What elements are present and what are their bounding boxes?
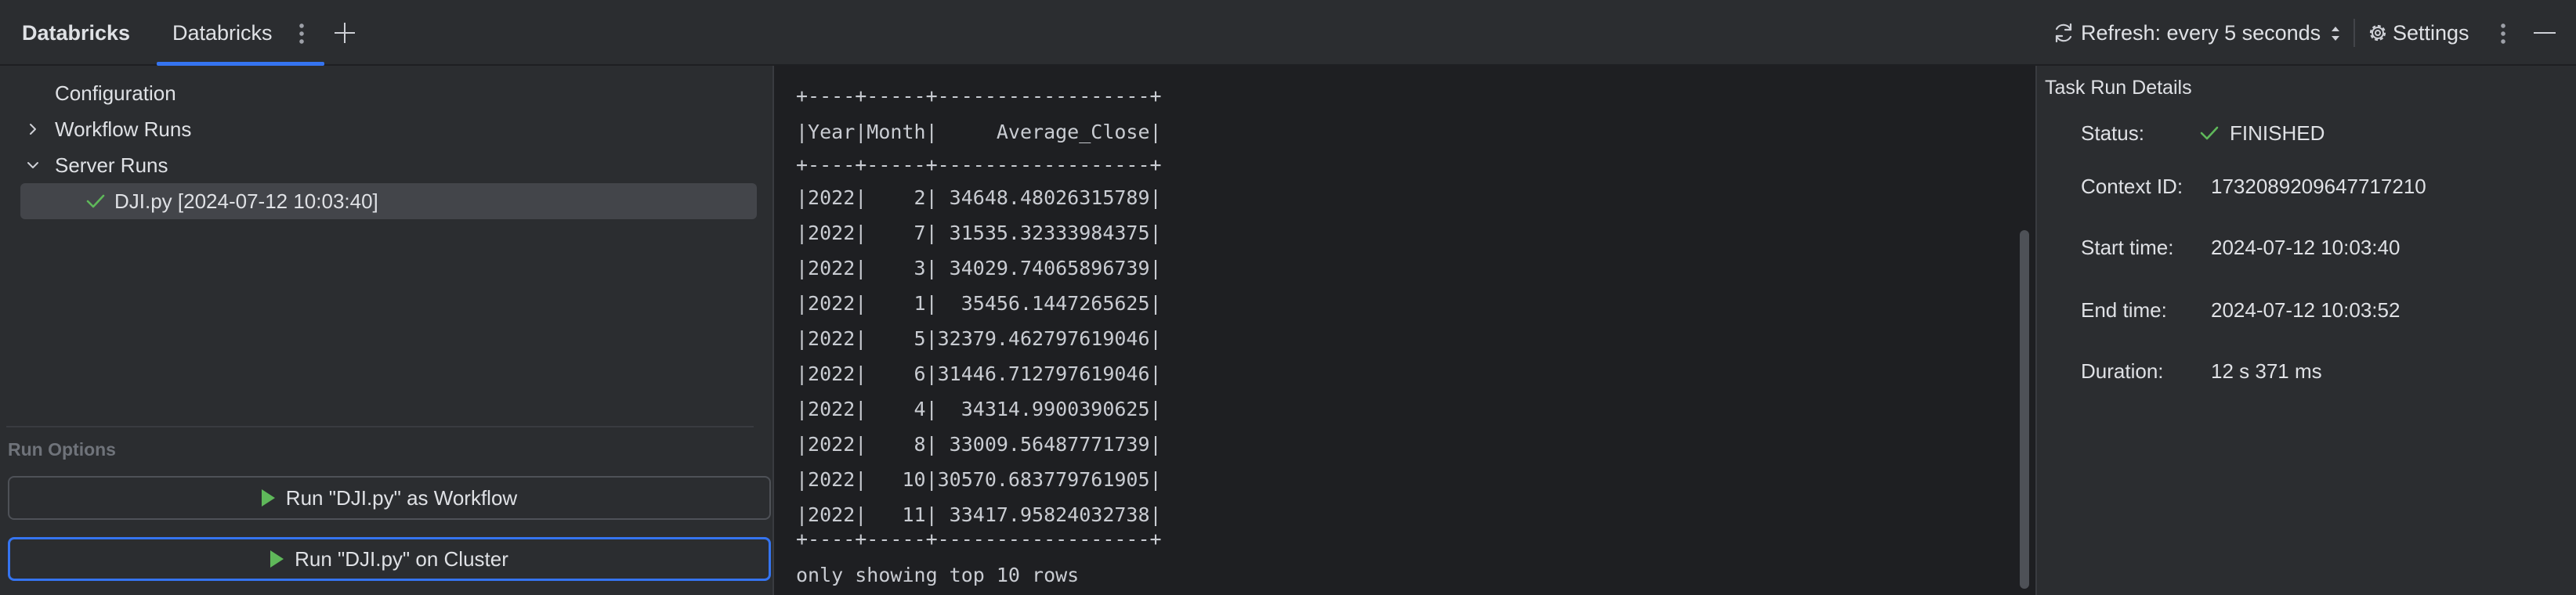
panel-title: Task Run Details [2045, 77, 2192, 99]
status-text: FINISHED [2230, 121, 2325, 145]
console-line: |2022| 3| 34029.74065896739| [796, 257, 1162, 279]
gear-icon [2369, 24, 2386, 41]
more-options-button[interactable] [2491, 20, 2515, 45]
minimize-icon [2534, 32, 2556, 34]
console-line: +----+-----+------------------+ [796, 85, 1162, 107]
tree-item-label: Configuration [55, 81, 176, 105]
run-options-heading: Run Options [8, 439, 116, 460]
task-run-details-panel: Task Run Details Status: FINISHED Contex… [2037, 66, 2576, 595]
run-on-cluster-button[interactable]: Run "DJI.py" on Cluster [8, 537, 771, 581]
top-bar: Databricks Databricks Refresh: every 5 s… [0, 0, 2576, 66]
play-icon [270, 550, 284, 568]
tree-item-label: DJI.py [2024-07-12 10:03:40] [114, 189, 378, 213]
duration-label: Duration: [2081, 359, 2164, 383]
console-line: +----+-----+------------------+ [796, 153, 1162, 176]
more-vertical-icon [299, 22, 304, 44]
console-line: only showing top 10 rows [796, 564, 1080, 586]
console-line: |2022| 2| 34648.48026315789| [796, 186, 1162, 209]
button-label: Run "DJI.py" on Cluster [295, 546, 508, 571]
run-as-workflow-button[interactable]: Run "DJI.py" as Workflow [8, 476, 771, 520]
console-line: |2022| 7| 31535.32333984375| [796, 222, 1162, 244]
console-line: |2022| 6|31446.712797619046| [796, 362, 1162, 385]
start-time-value: 2024-07-12 10:03:40 [2211, 236, 2401, 259]
tree-item-workflow-runs[interactable]: Workflow Runs [0, 111, 772, 147]
console-scrollbar[interactable] [2020, 230, 2029, 589]
minimize-button[interactable] [2529, 20, 2560, 45]
console-line: |2022| 10|30570.683779761905| [796, 468, 1162, 491]
runs-tree-panel: Configuration Workflow Runs Server Runs … [0, 66, 772, 595]
tree-item-label: Server Runs [55, 153, 168, 177]
more-vertical-icon [2501, 22, 2505, 44]
play-icon [261, 489, 275, 507]
app-title: Databricks [22, 21, 131, 45]
duration-value: 12 s 371 ms [2211, 359, 2322, 383]
tab-databricks[interactable]: Databricks [157, 0, 324, 66]
chevron-right-icon[interactable] [27, 123, 39, 135]
context-id-label: Context ID: [2081, 175, 2183, 198]
tab-label: Databricks [172, 21, 273, 45]
console-line: |Year|Month| Average_Close| [796, 121, 1162, 143]
tree-item-selected-run[interactable]: DJI.py [2024-07-12 10:03:40] [20, 183, 757, 219]
console-line: |2022| 4| 34314.9900390625| [796, 398, 1162, 420]
end-time-value: 2024-07-12 10:03:52 [2211, 298, 2401, 322]
start-time-label: Start time: [2081, 236, 2174, 259]
check-icon [2200, 126, 2219, 140]
end-time-label: End time: [2081, 298, 2167, 322]
refresh-interval-dropdown[interactable]: Refresh: every 5 seconds [2045, 0, 2346, 66]
add-tab-button[interactable] [329, 17, 360, 49]
tab-options-button[interactable] [290, 20, 313, 45]
tree-item-label-wrap: DJI.py [2024-07-12 10:03:40] [20, 183, 757, 219]
refresh-icon [2055, 23, 2072, 43]
chevron-down-icon[interactable] [27, 159, 39, 171]
button-content: Run "DJI.py" on Cluster [10, 539, 769, 579]
context-id-value: 1732089209647717210 [2211, 175, 2426, 198]
settings-button[interactable]: Settings [2361, 0, 2477, 66]
console-line: |2022| 1| 35456.1447265625| [796, 292, 1162, 315]
console-line: |2022| 8| 33009.56487771739| [796, 433, 1162, 456]
console-output[interactable]: +----+-----+------------------+ |Year|Mo… [772, 66, 2037, 595]
button-content: Run "DJI.py" as Workflow [9, 478, 769, 518]
refresh-label: Refresh: every 5 seconds [2081, 21, 2321, 45]
tree-item-server-runs[interactable]: Server Runs [0, 147, 772, 183]
console-line: +----+-----+------------------+ [796, 528, 1162, 550]
plus-icon [335, 23, 355, 43]
settings-label: Settings [2393, 21, 2469, 45]
button-label: Run "DJI.py" as Workflow [285, 485, 518, 510]
divider [6, 426, 754, 427]
tree-item-configuration[interactable]: Configuration [0, 75, 772, 111]
updown-chevron-icon [2332, 27, 2339, 41]
toolbar-separator [2353, 19, 2355, 47]
tree-item-label: Workflow Runs [55, 117, 192, 141]
console-line: |2022| 5|32379.462797619046| [796, 327, 1162, 350]
status-label: Status: [2081, 121, 2144, 145]
